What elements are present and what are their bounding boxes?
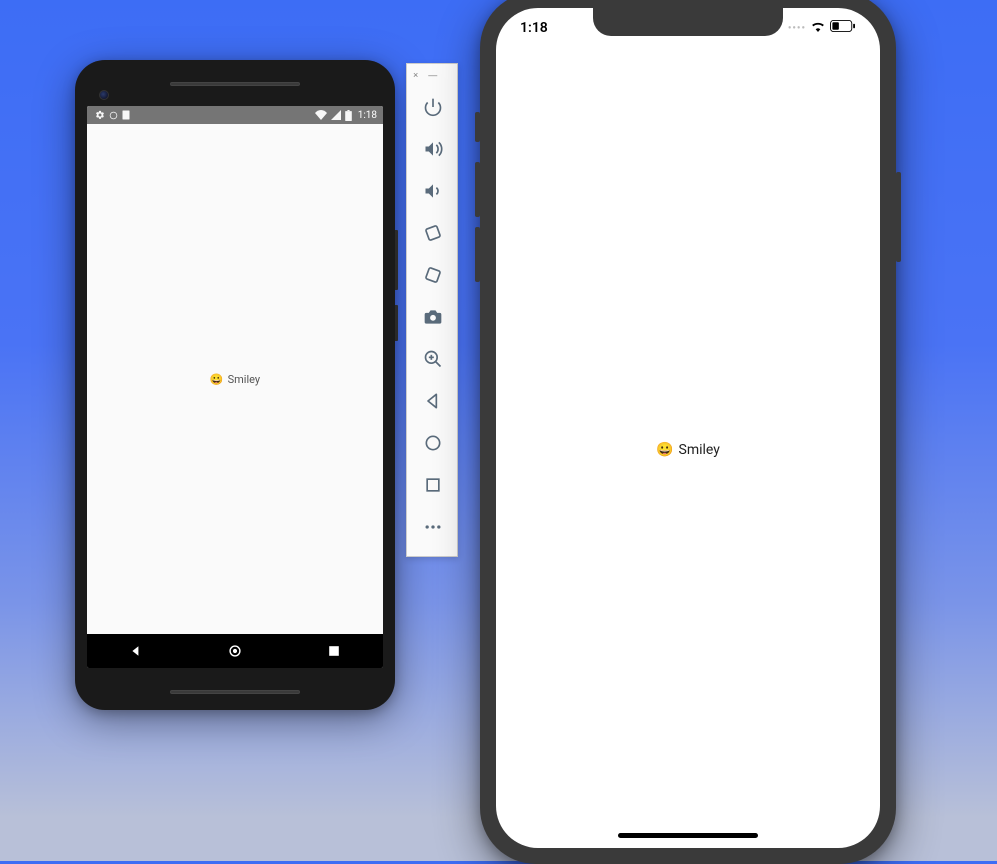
emulator-home-button[interactable] — [407, 422, 459, 464]
iphone-volume-up — [475, 162, 480, 217]
battery-icon — [830, 20, 856, 36]
android-speaker-bottom — [170, 690, 300, 694]
wifi-icon — [810, 20, 826, 36]
emulator-minimize-button[interactable]: — — [428, 70, 437, 80]
android-nav-bar — [87, 634, 383, 668]
cellular-icon — [331, 110, 341, 120]
emulator-volume-down-button[interactable] — [407, 170, 459, 212]
emulator-more-button[interactable] — [407, 506, 459, 548]
smiley-emoji-icon: 😀 — [656, 442, 673, 458]
emulator-zoom-button[interactable] — [407, 338, 459, 380]
emulator-back-button[interactable] — [407, 380, 459, 422]
android-back-button[interactable] — [129, 644, 143, 658]
smiley-row: 😀 Smiley — [210, 373, 260, 386]
emulator-close-button[interactable]: × — [413, 70, 418, 80]
card-icon — [122, 110, 130, 120]
android-volume-button — [395, 230, 398, 290]
iphone-home-indicator[interactable] — [618, 833, 758, 838]
android-power-button — [395, 305, 398, 341]
iphone-clock: 1:18 — [520, 20, 548, 36]
smiley-label: Smiley — [228, 373, 261, 386]
android-status-bar: 1:18 — [87, 106, 383, 124]
android-clock: 1:18 — [358, 110, 377, 121]
smiley-label: Smiley — [679, 442, 720, 458]
iphone-side-button — [896, 172, 901, 262]
android-app-content: 😀 Smiley — [87, 124, 383, 634]
emulator-toolbar: × — — [406, 63, 458, 557]
smiley-emoji-icon: 😀 — [210, 373, 224, 386]
battery-icon — [345, 110, 352, 121]
circle-icon — [109, 111, 118, 120]
emulator-screenshot-button[interactable] — [407, 296, 459, 338]
cellular-dots-icon: •••• — [788, 23, 806, 34]
emulator-volume-up-button[interactable] — [407, 128, 459, 170]
iphone-volume-down — [475, 227, 480, 282]
iphone-silence-switch — [475, 112, 480, 142]
iphone-device-frame: 1:18 •••• 😀 Smiley — [480, 0, 896, 864]
iphone-notch — [593, 8, 783, 36]
iphone-screen: 1:18 •••• 😀 Smiley — [496, 8, 880, 848]
emulator-rotate-left-button[interactable] — [407, 212, 459, 254]
android-overview-button[interactable] — [327, 644, 341, 658]
wifi-icon — [315, 110, 327, 120]
emulator-rotate-right-button[interactable] — [407, 254, 459, 296]
android-front-camera — [99, 90, 109, 100]
iphone-app-content: 😀 Smiley — [496, 52, 880, 848]
android-home-button[interactable] — [228, 644, 242, 658]
android-screen: 1:18 😀 Smiley — [87, 106, 383, 668]
android-device-frame: 1:18 😀 Smiley — [75, 60, 395, 710]
android-speaker-top — [170, 82, 300, 86]
emulator-overview-button[interactable] — [407, 464, 459, 506]
settings-icon — [95, 110, 105, 120]
smiley-row: 😀 Smiley — [656, 442, 720, 458]
emulator-power-button[interactable] — [407, 86, 459, 128]
